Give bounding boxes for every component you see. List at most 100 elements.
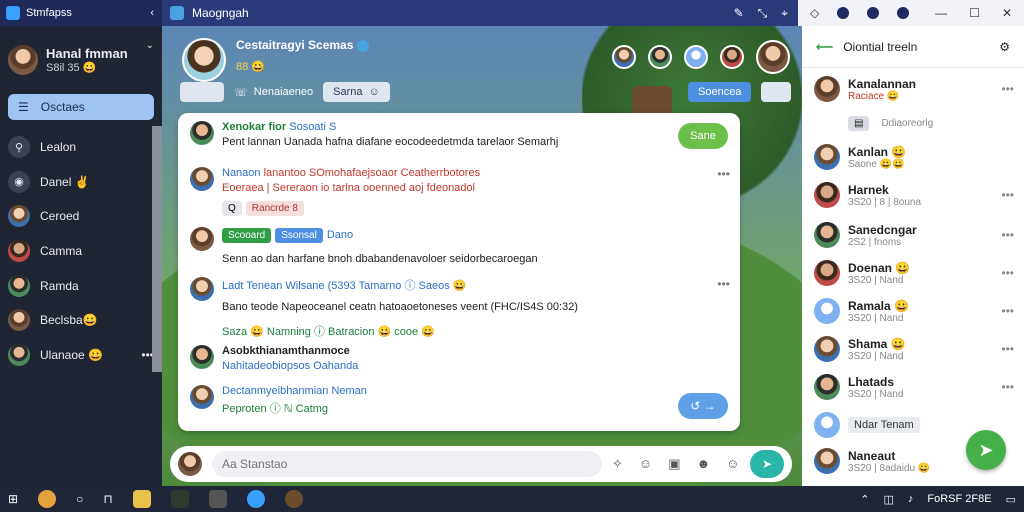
notifications-icon[interactable]: ▭ xyxy=(1006,493,1016,506)
minimize-button[interactable]: — xyxy=(935,6,947,20)
contact-status: Ddiaoreorlg xyxy=(881,118,934,129)
media-button[interactable] xyxy=(180,82,224,102)
tag-chip[interactable]: Scooard xyxy=(222,228,272,243)
sidebar-item[interactable]: Ramda xyxy=(0,268,162,303)
folder-icon[interactable] xyxy=(132,490,151,508)
image-icon[interactable]: ▣ xyxy=(668,456,680,472)
avatar xyxy=(190,167,214,191)
tag-chip[interactable]: Ssonsal xyxy=(275,228,323,243)
browser-icon[interactable] xyxy=(38,490,57,508)
reaction-chip[interactable]: Rancrde 8 xyxy=(245,201,304,216)
close-button[interactable]: ✕ xyxy=(1002,6,1012,20)
avatar xyxy=(190,385,214,409)
list-item: Nanaon lanantoo SOmohafaejsoaor Ceatherr… xyxy=(190,167,730,216)
list-item[interactable]: Lhatads 3S20 | Nand ••• xyxy=(814,374,1014,400)
network-icon[interactable]: ◫ xyxy=(884,493,894,506)
tag-chip[interactable]: Sarna ☺ xyxy=(323,82,390,102)
more-icon[interactable]: ••• xyxy=(717,167,730,181)
sidebar-item[interactable]: ⚲ Lealon xyxy=(0,130,162,165)
message-text: Senn ao dan harfane bnoh dbabandenavoloe… xyxy=(222,253,538,265)
chat-subtitle: 88 😀 xyxy=(236,61,265,73)
sidebar-item-label: Ramda xyxy=(40,278,79,293)
app-title-area: Stmfapss ‹ xyxy=(0,0,162,26)
volume-icon[interactable]: ♪ xyxy=(908,493,914,506)
list-item[interactable]: Ramala 😀 3S20 | Nand ••• xyxy=(814,298,1014,324)
participant-avatar[interactable] xyxy=(612,45,636,69)
contact-status: Saone 😀😀 xyxy=(848,158,905,170)
avatar xyxy=(190,227,214,251)
status-dot-icon xyxy=(837,7,850,19)
sidebar-item[interactable]: Ceroed xyxy=(0,199,162,234)
message-input[interactable] xyxy=(212,451,602,477)
sidebar-item-label: Danel ✌ xyxy=(40,174,90,189)
follow-button[interactable]: Soencea xyxy=(688,82,752,102)
search-icon[interactable]: ○ xyxy=(76,492,83,506)
collapse-sidebar-icon[interactable]: ‹ xyxy=(150,7,162,19)
sidebar-item-active[interactable]: ☰ Osctaes xyxy=(8,94,154,120)
list-item[interactable]: Doenan 😀 3S20 | Nand ••• xyxy=(814,260,1014,286)
profile-status: S8il 35 😀 xyxy=(46,62,97,74)
participant-avatar[interactable] xyxy=(720,45,744,69)
header-actions: ☏ Nenaiaeneo Sarna ☺ xyxy=(180,82,390,102)
call-chip[interactable]: ☏ Nenaiaeneo xyxy=(234,82,313,102)
contact-name: Kanlan 😀 xyxy=(848,144,907,159)
more-icon[interactable]: ••• xyxy=(1001,304,1014,318)
clock[interactable]: FoRSF 2F8E xyxy=(927,493,991,506)
sidebar-item[interactable]: Beclsba😀 xyxy=(0,303,162,338)
smile-icon[interactable]: ☺ xyxy=(726,456,739,472)
profile-name: Hanal fmman xyxy=(46,46,128,61)
more-icon[interactable]: ••• xyxy=(1001,266,1014,280)
list-item[interactable]: Kanlan 😀 Saone 😀😀 xyxy=(814,144,1014,170)
sticker-icon[interactable]: ☻ xyxy=(696,456,710,472)
message-text: Pent lannan Uanada hafna diafane eocodee… xyxy=(222,136,559,148)
bookmark-icon[interactable]: ◇ xyxy=(810,6,819,20)
profile-header[interactable]: Hanal fmman S8il 35 😀 ⌄ xyxy=(0,26,162,90)
participant-avatar[interactable] xyxy=(756,40,790,74)
spark-icon[interactable]: ✧ xyxy=(612,456,623,472)
more-icon[interactable]: ••• xyxy=(1001,82,1014,96)
verified-icon xyxy=(356,39,369,52)
compose-button[interactable]: ➤ xyxy=(966,430,1006,470)
pencil-icon[interactable]: ✎ xyxy=(734,6,744,21)
store-icon[interactable] xyxy=(208,490,227,508)
forward-button[interactable]: ↺ → xyxy=(678,393,728,419)
emoji-icon[interactable]: ☺ xyxy=(639,456,652,472)
sidebar-item[interactable]: Ulanaoe 😀 ••• xyxy=(0,338,162,373)
right-panel-title: Oiontial treeln xyxy=(843,39,918,54)
files-icon[interactable]: ⊓ xyxy=(103,492,112,506)
participant-avatar[interactable] xyxy=(648,45,672,69)
more-icon[interactable]: ••• xyxy=(1001,342,1014,356)
sidebar-item[interactable]: ◉ Danel ✌ xyxy=(0,165,162,200)
list-item[interactable]: Shama 😀 3S20 | Nand ••• xyxy=(814,336,1014,362)
collapse-icon[interactable]: ⤡ xyxy=(758,6,768,21)
back-icon[interactable]: ⟵ xyxy=(816,40,833,54)
list-item[interactable]: Harnek 3S20 | 8 | 8ouna ••• xyxy=(814,182,1014,208)
sidebar-item[interactable]: Camma xyxy=(0,234,162,269)
chevron-up-icon[interactable]: ⌃ xyxy=(860,493,869,506)
settings-icon[interactable]: ⚙ xyxy=(999,40,1010,54)
list-item[interactable]: ▤ Ddiaoreorlg xyxy=(848,116,1024,131)
more-icon[interactable]: ••• xyxy=(717,277,730,291)
avatar[interactable] xyxy=(182,38,226,82)
more-icon[interactable]: ••• xyxy=(1001,380,1014,394)
app-title: Stmfapss xyxy=(26,7,72,19)
contact-status: 3S20 | 8 | 8ouna xyxy=(848,196,922,208)
list-item[interactable]: Kanalannan Raciace 😀 ••• xyxy=(814,76,1014,102)
terminal-icon[interactable] xyxy=(170,490,189,508)
chevron-down-icon[interactable]: ⌄ xyxy=(146,40,154,51)
participant-avatar[interactable] xyxy=(684,45,708,69)
windows-start-icon[interactable]: ⊞ xyxy=(8,492,18,506)
app-icon xyxy=(6,6,20,20)
edge-icon[interactable] xyxy=(246,490,265,508)
send-button[interactable]: ➤ xyxy=(750,450,784,478)
toggle-button[interactable] xyxy=(761,82,792,102)
more-icon[interactable]: ••• xyxy=(1001,228,1014,242)
list-item[interactable]: Sanedcngar 2S2 | fnoms ••• xyxy=(814,222,1014,248)
pin-icon[interactable]: ⌖ xyxy=(781,6,788,21)
header-right-actions: Soencea xyxy=(688,82,792,102)
avatar xyxy=(814,448,840,474)
maximize-button[interactable]: ☐ xyxy=(969,6,980,20)
app-icon[interactable] xyxy=(284,490,303,508)
scrollbar[interactable] xyxy=(152,126,162,372)
more-icon[interactable]: ••• xyxy=(1001,188,1014,202)
